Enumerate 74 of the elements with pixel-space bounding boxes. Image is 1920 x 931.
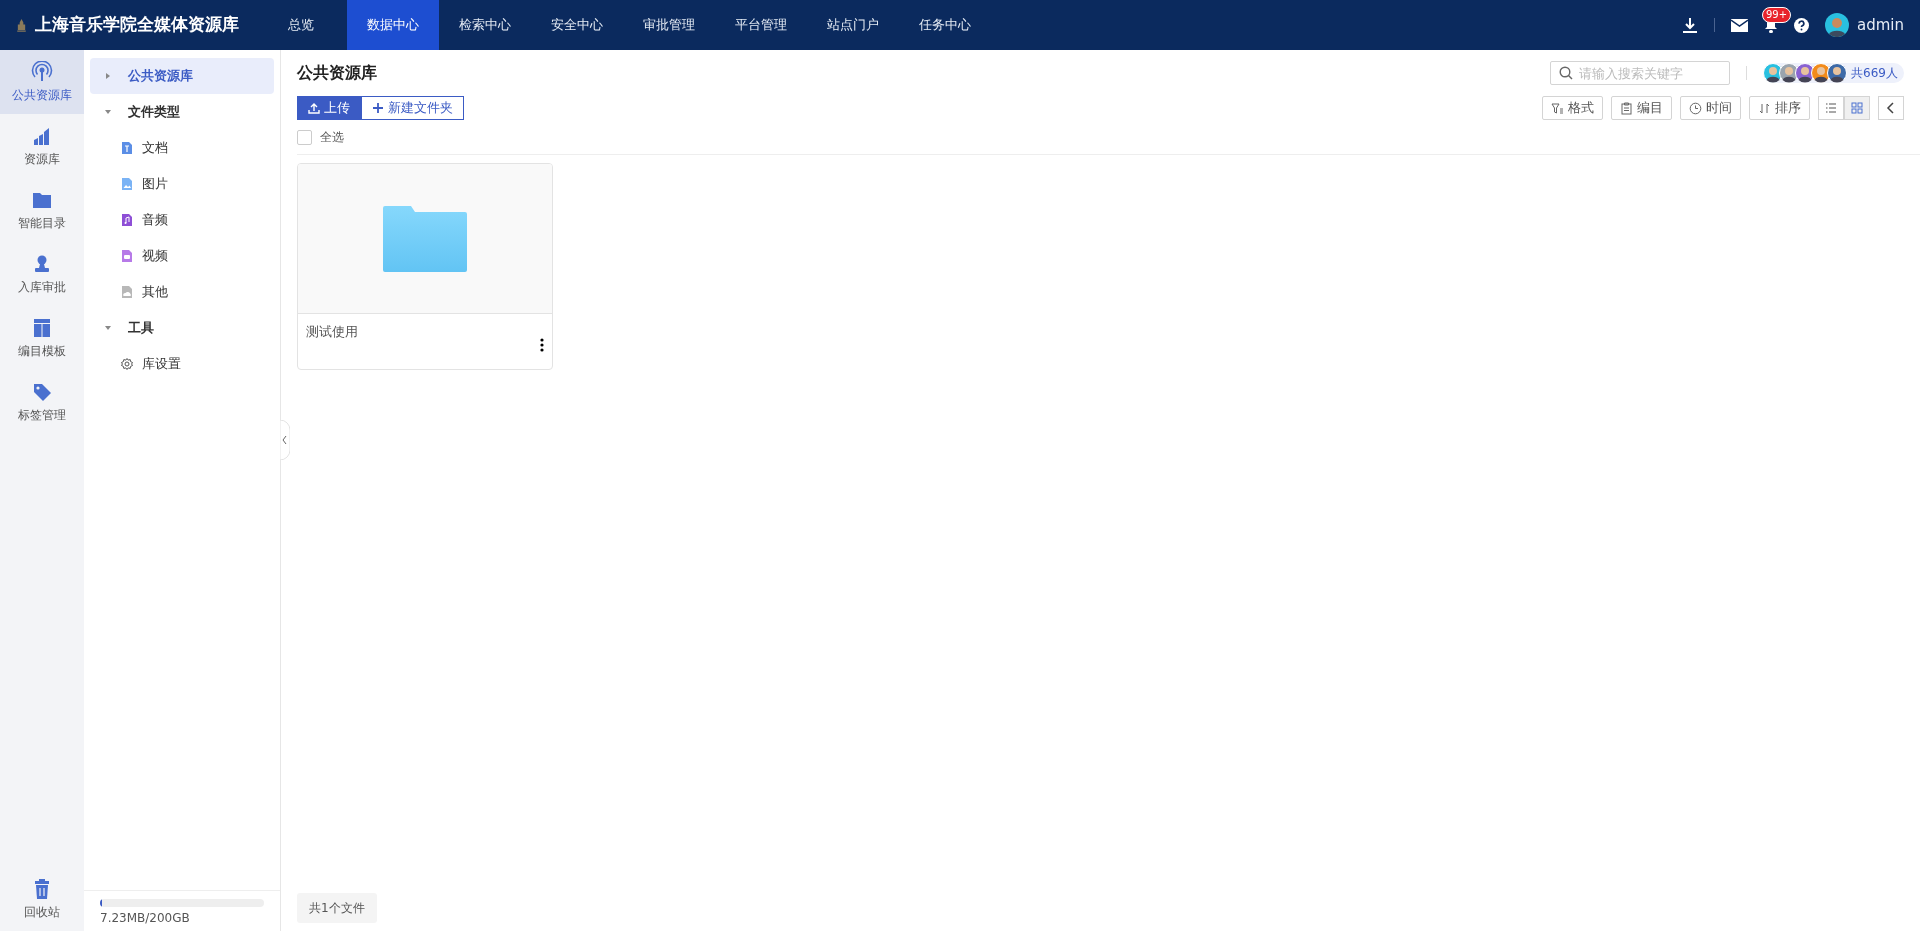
- tree-item[interactable]: 其他: [84, 274, 280, 310]
- plus-icon: [372, 102, 384, 114]
- action-button[interactable]: 上传: [297, 96, 361, 120]
- recycle-bin-item[interactable]: 回收站: [0, 867, 84, 931]
- action-button[interactable]: 新建文件夹: [361, 96, 464, 120]
- download-icon[interactable]: [1682, 17, 1698, 33]
- mail-icon[interactable]: [1731, 18, 1748, 32]
- storage-usage: 7.23MB/200GB: [100, 910, 191, 927]
- tree-item[interactable]: 工具: [90, 310, 274, 346]
- document-icon: [120, 141, 134, 155]
- toolbar-button[interactable]: 排序: [1749, 96, 1810, 120]
- toolbar-button[interactable]: 时间: [1680, 96, 1741, 120]
- tree-item[interactable]: 视频: [84, 238, 280, 274]
- upload-icon: [308, 102, 320, 114]
- audio-icon: [120, 213, 134, 227]
- nav-tab[interactable]: 检索中心: [439, 0, 531, 50]
- members-pill[interactable]: 共669人: [1763, 63, 1904, 83]
- member-count: 共669人: [1851, 65, 1898, 82]
- rail-item[interactable]: 智能目录: [0, 178, 84, 242]
- rail-item[interactable]: 资源库: [0, 114, 84, 178]
- tree-item[interactable]: 音频: [84, 202, 280, 238]
- file-icon: [120, 285, 134, 299]
- list-view-icon: [1825, 102, 1837, 114]
- avatar-icon: [1827, 63, 1848, 83]
- page-title: 公共资源库: [297, 62, 377, 84]
- toolbar-button[interactable]: 格式: [1542, 96, 1603, 120]
- caret-icon[interactable]: [104, 108, 112, 116]
- nav-tab[interactable]: 数据中心: [347, 0, 439, 50]
- nav-tab[interactable]: 安全中心: [531, 0, 623, 50]
- grid-view-button[interactable]: [1844, 96, 1870, 120]
- file-name[interactable]: 测试使用: [306, 322, 358, 352]
- broadcast-icon: [31, 60, 53, 83]
- search-field[interactable]: 请输入搜索关键字: [1550, 61, 1731, 85]
- avatar-icon[interactable]: [1825, 13, 1849, 37]
- select-all-checkbox[interactable]: [297, 129, 312, 145]
- tree-item[interactable]: 图片: [84, 166, 280, 202]
- gear-icon: [120, 357, 134, 371]
- filter-icon: [1551, 101, 1564, 115]
- file-card[interactable]: 测试使用: [297, 163, 553, 370]
- tree-item[interactable]: 文档: [84, 130, 280, 166]
- nav-tab[interactable]: 总览: [255, 0, 347, 50]
- tree-item[interactable]: 库设置: [84, 346, 280, 382]
- clock-icon: [1689, 101, 1702, 115]
- list-view-button[interactable]: [1818, 96, 1844, 120]
- image-icon: [120, 177, 134, 191]
- help-icon[interactable]: [1794, 17, 1809, 33]
- more-icon[interactable]: [540, 338, 544, 352]
- notification-badge: 99+: [1762, 7, 1792, 23]
- nav-tab[interactable]: 任务中心: [899, 0, 991, 50]
- tree-item[interactable]: 公共资源库: [90, 58, 274, 94]
- tree-item[interactable]: 文件类型: [90, 94, 274, 130]
- caret-icon[interactable]: [104, 324, 112, 332]
- nav-tab[interactable]: 站点门户: [807, 0, 899, 50]
- nav-tab[interactable]: 审批管理: [623, 0, 715, 50]
- rail-item[interactable]: 入库审批: [0, 242, 84, 306]
- rail-item[interactable]: 编目模板: [0, 306, 84, 370]
- select-all-label[interactable]: 全选: [320, 128, 344, 146]
- caret-icon[interactable]: [104, 72, 112, 80]
- nav-tab[interactable]: 平台管理: [715, 0, 807, 50]
- folder-icon: [383, 205, 467, 272]
- toolbar-button[interactable]: 编目: [1611, 96, 1672, 120]
- collapse-button[interactable]: [1878, 96, 1904, 120]
- rail-item[interactable]: 标签管理: [0, 370, 84, 434]
- template-icon: [31, 316, 53, 339]
- grid-view-icon: [1851, 102, 1863, 114]
- clipboard-icon: [1620, 101, 1633, 115]
- file-count: 共1个文件: [297, 893, 377, 923]
- video-icon: [120, 249, 134, 263]
- sort-icon: [1758, 101, 1771, 115]
- chevron-left-icon: [1886, 102, 1896, 114]
- collapse-handle[interactable]: [280, 420, 290, 460]
- user-name[interactable]: admin: [1857, 13, 1904, 37]
- app-title: 上海音乐学院全媒体资源库: [35, 13, 239, 37]
- rail-item[interactable]: 公共资源库: [0, 50, 84, 114]
